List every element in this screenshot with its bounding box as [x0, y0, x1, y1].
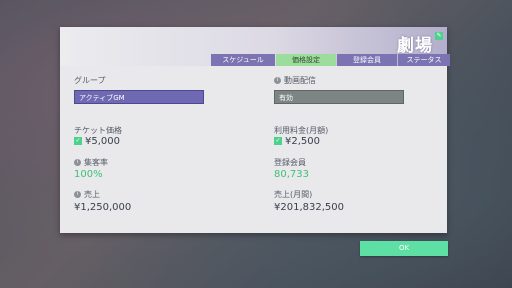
- attendance-value: 100%: [74, 169, 103, 180]
- ok-button[interactable]: OK: [360, 241, 448, 256]
- monthly-sales-label: 売上(月間): [274, 190, 313, 199]
- info-icon: i: [274, 77, 281, 84]
- edit-icon[interactable]: ✎: [435, 32, 443, 40]
- edit-check-icon[interactable]: ✓: [74, 137, 82, 145]
- ticket-price-text: ¥5,000: [85, 136, 120, 147]
- fee-label: 利用料金(月額): [274, 126, 329, 135]
- theater-panel: 劇場 ✎ スケジュール 価格設定 登録会員 ステータス グループ アクティブGM…: [60, 27, 450, 233]
- stream-label: i 動画配信: [274, 75, 316, 86]
- tab-pricing[interactable]: 価格設定: [276, 54, 336, 66]
- page-title: 劇場: [397, 36, 433, 56]
- fee-value[interactable]: ✓ ¥2,500: [274, 136, 320, 147]
- monthly-sales-value: ¥201,832,500: [274, 202, 344, 213]
- info-icon: i: [74, 191, 81, 198]
- info-icon: i: [74, 159, 81, 166]
- tab-schedule[interactable]: スケジュール: [211, 54, 275, 66]
- group-label: グループ: [74, 76, 106, 85]
- edit-check-icon[interactable]: ✓: [274, 137, 282, 145]
- members-label: 登録会員: [274, 158, 306, 167]
- panel-header: 劇場 ✎ スケジュール 価格設定 登録会員 ステータス: [60, 27, 450, 66]
- stream-select[interactable]: 有効: [274, 90, 404, 104]
- fee-value-text: ¥2,500: [285, 136, 320, 147]
- ticket-price-label: チケット価格: [74, 126, 122, 135]
- sales-value: ¥1,250,000: [74, 202, 132, 213]
- tab-status[interactable]: ステータス: [398, 54, 450, 66]
- ticket-price-value[interactable]: ✓ ¥5,000: [74, 136, 120, 147]
- sales-label-text: 売上: [84, 190, 100, 199]
- tab-members[interactable]: 登録会員: [337, 54, 397, 66]
- stream-label-text: 動画配信: [284, 76, 316, 85]
- attendance-label-text: 集客率: [84, 158, 108, 167]
- attendance-label: i 集客率: [74, 157, 108, 168]
- group-select[interactable]: アクティブGM: [74, 90, 204, 104]
- members-value: 80,733: [274, 169, 309, 180]
- tab-bar: スケジュール 価格設定 登録会員 ステータス: [210, 54, 450, 66]
- sales-label: i 売上: [74, 189, 100, 200]
